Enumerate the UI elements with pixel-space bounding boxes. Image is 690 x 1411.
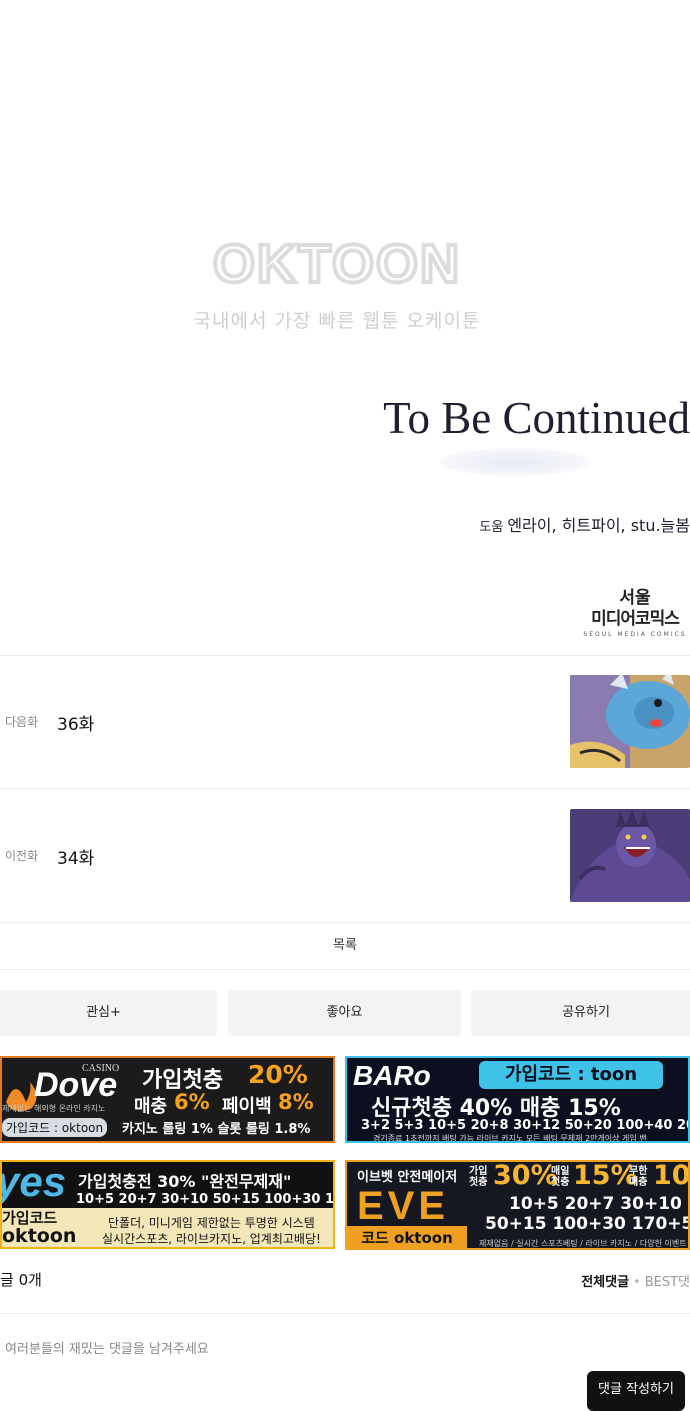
yes-desc1: 단폴더, 미니게임 제한없는 투명한 시스템 [108, 1216, 315, 1230]
credits: 도움 엔라이, 히트파이, stu.늘봄 [420, 512, 690, 536]
prev-episode-thumbnail[interactable] [570, 809, 690, 902]
baro-brand: BARo [353, 1060, 431, 1091]
next-episode-link[interactable]: 다음화 36화 [0, 655, 690, 788]
yes-code: oktoon [2, 1225, 77, 1247]
sort-all-tab[interactable]: 전체댓글 [581, 1275, 629, 1290]
baro-footer: 경기종료 1초전까지 배팅 가능 라이브 카지노 모든 배팅 무제재 2만개이상… [373, 1134, 647, 1143]
dove-tagline: 제재없는 해외형 온라인 카지노 [2, 1104, 106, 1113]
ad-banner-dove[interactable]: CASINO Dove 제재없는 해외형 온라인 카지노 가입코드 : okto… [0, 1056, 335, 1143]
next-episode-number: 36화 [57, 715, 95, 735]
publisher-logo: 서울 미디어코믹스 SEOUL MEDIA COMICS [580, 588, 690, 640]
eve-unlimited-pct: 10% [653, 1160, 690, 1191]
comment-sort: 전체댓글 • BEST댓 [581, 1275, 690, 1290]
publisher-line3: SEOUL MEDIA COMICS [583, 631, 687, 638]
oktoon-watermark-logo: OKTOON [211, 234, 461, 294]
ad-banner-eve[interactable]: 이브벳 안전메이저 가입 첫충 30% 매일 첫충 15% 무한 매충 10% … [345, 1160, 690, 1250]
comments-count: 글 0개 [0, 1271, 42, 1289]
divider [0, 1313, 690, 1314]
like-button[interactable]: 좋아요 [228, 990, 461, 1036]
prev-episode-number: 34화 [57, 849, 95, 869]
eve-unlimited-label: 무한 매충 [629, 1166, 648, 1188]
sort-best-tab[interactable]: BEST댓 [645, 1275, 690, 1290]
dove-brand: Dove [34, 1066, 118, 1104]
publisher-line1: 서울 [619, 588, 651, 608]
eve-join-pct: 30% [493, 1160, 558, 1191]
dove-code: 가입코드 : oktoon [2, 1118, 108, 1137]
credits-names: 엔라이, 히트파이, stu.늘봄 [507, 516, 690, 535]
write-comment-button[interactable]: 댓글 작성하기 [587, 1371, 685, 1411]
baro-bonus: 3+2 5+3 10+5 20+8 30+12 50+20 100+40 200… [361, 1118, 688, 1133]
publisher-line2: 미디어코믹스 [591, 609, 680, 629]
dove-line2-b: 페이백 [222, 1096, 272, 1117]
dove-line2-a: 매충 [134, 1096, 168, 1117]
episode-list-button[interactable]: 목록 [0, 923, 690, 969]
credits-label: 도움 [479, 520, 504, 535]
dove-line2-a-pct: 6% [174, 1090, 210, 1114]
next-episode-thumbnail[interactable] [570, 675, 690, 768]
eve-join-label: 가입 첫충 [469, 1166, 488, 1188]
ad-banner-yes[interactable]: yes 가입첫충전 30% "완전무제재" 10+5 20+7 30+10 50… [0, 1160, 335, 1249]
eve-footer: 제재없음 / 실시간 스포츠베팅 / 라이브 카지노 / 다양한 이벤트 [479, 1239, 687, 1248]
tbc-glow [440, 448, 590, 476]
eve-code: 코드 oktoon [347, 1226, 467, 1248]
prev-episode-link[interactable]: 이전화 34화 [0, 789, 690, 922]
eve-title: 이브벳 안전메이저 [357, 1170, 458, 1185]
ad-banner-baro[interactable]: BARo 가입코드 : toon 신규첫충 40% 매충 15% 3+2 5+3… [345, 1056, 690, 1143]
eve-daily-pct: 15% [573, 1160, 638, 1191]
share-button[interactable]: 공유하기 [471, 990, 690, 1036]
yes-bonus: 10+5 20+7 30+10 50+15 100+30 170+50 [76, 1192, 335, 1207]
to-be-continued-text: To Be Continued [383, 393, 690, 443]
comment-input[interactable]: 여러분들의 재밌는 댓글을 남겨주세요 [5, 1338, 209, 1357]
yes-desc2: 실시간스포츠, 라이브카지노, 업계최고배당! [102, 1232, 321, 1246]
eve-brand: EVE [357, 1184, 450, 1228]
favorite-button[interactable]: 관심+ [0, 990, 217, 1036]
dove-line3: 카지노 롤링 1% 슬롯 롤링 1.8% [122, 1122, 311, 1137]
eve-bonus2: 50+15 100+30 170+50 [485, 1214, 690, 1234]
oktoon-watermark-tagline: 국내에서 가장 빠른 웹툰 오케이툰 [193, 310, 481, 332]
yes-headline: 가입첫충전 30% "완전무제재" [78, 1172, 292, 1191]
divider [0, 969, 690, 970]
prev-episode-kind: 이전화 [5, 849, 39, 863]
eve-bonus1: 10+5 20+7 30+10 [509, 1194, 682, 1214]
dove-headline-pct: 20% [248, 1060, 308, 1089]
next-episode-kind: 다음화 [5, 715, 39, 729]
baro-code: 가입코드 : toon [479, 1061, 663, 1089]
yes-brand: yes [0, 1160, 67, 1205]
dove-line2-b-pct: 8% [278, 1090, 314, 1114]
